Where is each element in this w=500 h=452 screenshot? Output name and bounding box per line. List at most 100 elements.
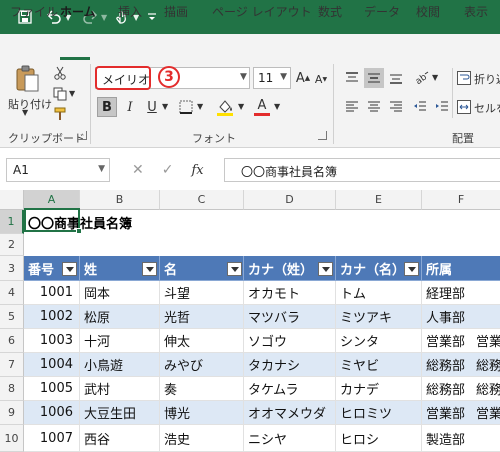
align-center-icon[interactable] xyxy=(364,97,384,117)
font-color-dropdown-icon[interactable]: ▼ xyxy=(274,102,280,111)
tab-insert[interactable]: 挿入 xyxy=(118,0,142,26)
increase-indent-icon[interactable] xyxy=(432,97,452,117)
cell-overflow[interactable]: 営業 xyxy=(474,401,500,425)
clipboard-launcher-icon[interactable] xyxy=(78,131,87,140)
wrap-text-label[interactable]: 折り返 xyxy=(474,71,500,87)
insert-function-button[interactable]: fx xyxy=(191,163,203,178)
cell-no[interactable]: 1006 xyxy=(24,401,80,425)
paste-icon[interactable] xyxy=(12,64,42,94)
shrink-font-icon[interactable]: A ▼ xyxy=(314,71,328,87)
cell-kana-sei[interactable]: オオマメウダ xyxy=(244,401,336,425)
filter-dropdown-icon[interactable] xyxy=(227,262,242,276)
cell-mei[interactable]: 伸太 xyxy=(160,329,244,353)
column-header-b[interactable]: B xyxy=(80,190,160,210)
cell-mei[interactable]: みやび xyxy=(160,353,244,377)
cell-kana-sei[interactable]: マツバラ xyxy=(244,305,336,329)
tab-formulas[interactable]: 数式 xyxy=(318,0,342,26)
tab-page-layout[interactable]: ページ レイアウト xyxy=(212,0,312,26)
cell-kana-sei[interactable]: オカモト xyxy=(244,281,336,305)
cell-kana-mei[interactable]: トム xyxy=(336,281,422,305)
orientation-dropdown-icon[interactable]: ▼ xyxy=(432,73,438,82)
cell-kana-sei[interactable]: タケムラ xyxy=(244,377,336,401)
cell-sei[interactable]: 武村 xyxy=(80,377,160,401)
tab-file[interactable]: ファイル xyxy=(10,0,58,26)
merge-center-icon[interactable] xyxy=(456,99,472,115)
column-header-a[interactable]: A xyxy=(24,190,80,210)
cell-mei[interactable]: 奏 xyxy=(160,377,244,401)
cell-overflow[interactable]: 総務 xyxy=(474,353,500,377)
filter-dropdown-icon[interactable] xyxy=(62,262,77,276)
cell-kana-mei[interactable]: ミヤビ xyxy=(336,353,422,377)
italic-button[interactable]: I xyxy=(120,97,140,117)
copy-icon[interactable] xyxy=(52,86,68,102)
cell-no[interactable]: 1004 xyxy=(24,353,80,377)
cell-no[interactable]: 1001 xyxy=(24,281,80,305)
cell-overflow[interactable]: 総務 xyxy=(474,377,500,401)
row-header-9[interactable]: 9 xyxy=(0,401,24,425)
cell-mei[interactable]: 浩史 xyxy=(160,425,244,452)
align-middle-icon[interactable] xyxy=(364,68,384,88)
cell-kana-mei[interactable]: ヒロシ xyxy=(336,425,422,452)
row-header-7[interactable]: 7 xyxy=(0,353,24,377)
cell-sei[interactable]: 十河 xyxy=(80,329,160,353)
filter-dropdown-icon[interactable] xyxy=(318,262,333,276)
customize-qat-icon[interactable] xyxy=(144,0,160,34)
row-header-3[interactable]: 3 xyxy=(0,256,24,281)
cell-sei[interactable]: 小鳥遊 xyxy=(80,353,160,377)
name-box-dropdown-icon[interactable]: ▼ xyxy=(98,164,105,174)
tab-view[interactable]: 表示 xyxy=(464,0,488,26)
name-box[interactable]: A1 ▼ xyxy=(6,158,110,182)
borders-icon[interactable] xyxy=(176,97,196,117)
font-name-dropdown-icon[interactable]: ▼ xyxy=(240,72,247,82)
cell-overflow[interactable]: 営業 xyxy=(474,329,500,353)
tab-home[interactable]: ホーム xyxy=(60,0,96,26)
align-left-icon[interactable] xyxy=(342,97,362,117)
copy-dropdown-icon[interactable]: ▼ xyxy=(69,89,75,98)
align-bottom-icon[interactable] xyxy=(386,68,406,88)
decrease-indent-icon[interactable] xyxy=(410,97,430,117)
row-header-4[interactable]: 4 xyxy=(0,281,24,305)
cell-dept[interactable]: 経理部 xyxy=(422,281,500,305)
column-header-d[interactable]: D xyxy=(244,190,336,210)
row-header-10[interactable]: 10 xyxy=(0,425,24,452)
align-top-icon[interactable] xyxy=(342,68,362,88)
tab-draw[interactable]: 描画 xyxy=(164,0,188,26)
row-header-5[interactable]: 5 xyxy=(0,305,24,329)
bold-button[interactable]: B xyxy=(97,97,117,117)
column-header-f[interactable]: F xyxy=(422,190,500,210)
column-header-c[interactable]: C xyxy=(160,190,244,210)
paste-dropdown-icon[interactable]: ▼ xyxy=(22,108,28,117)
cell-kana-mei[interactable]: ミツアキ xyxy=(336,305,422,329)
cell-mei[interactable]: 光哲 xyxy=(160,305,244,329)
formula-input[interactable]: 〇〇商事社員名簿 xyxy=(224,158,500,182)
redo-dropdown-icon[interactable]: ▼ xyxy=(101,0,107,34)
cell-sei[interactable]: 大豆生田 xyxy=(80,401,160,425)
row-header-6[interactable]: 6 xyxy=(0,329,24,353)
fill-handle[interactable] xyxy=(76,228,82,234)
paste-label[interactable]: 貼り付け xyxy=(8,96,52,112)
grow-font-icon[interactable]: A ▲ xyxy=(295,69,311,87)
tab-review[interactable]: 校閲 xyxy=(416,0,440,26)
cell-no[interactable]: 1002 xyxy=(24,305,80,329)
cell-kana-sei[interactable]: タカナシ xyxy=(244,353,336,377)
cancel-icon[interactable]: ✕ xyxy=(132,162,144,178)
font-color-button[interactable]: A xyxy=(252,96,272,118)
row-header-8[interactable]: 8 xyxy=(0,377,24,401)
cell-sei[interactable]: 岡本 xyxy=(80,281,160,305)
tab-data[interactable]: データ xyxy=(364,0,400,26)
cell-no[interactable]: 1007 xyxy=(24,425,80,452)
cell-kana-sei[interactable]: ニシヤ xyxy=(244,425,336,452)
font-size-dropdown-icon[interactable]: ▼ xyxy=(280,72,287,82)
cell-mei[interactable]: 斗望 xyxy=(160,281,244,305)
cell-dept[interactable]: 製造部 xyxy=(422,425,500,452)
cell-sei[interactable]: 西谷 xyxy=(80,425,160,452)
format-painter-icon[interactable] xyxy=(52,106,68,122)
font-size-box[interactable]: 11 ▼ xyxy=(253,67,291,89)
cell-kana-mei[interactable]: カナデ xyxy=(336,377,422,401)
fill-color-icon[interactable] xyxy=(214,96,236,118)
cell-dept[interactable]: 営業部 xyxy=(422,329,474,353)
cell-no[interactable]: 1003 xyxy=(24,329,80,353)
column-header-e[interactable]: E xyxy=(336,190,422,210)
orientation-icon[interactable]: ab xyxy=(410,68,432,88)
header-cell-dept[interactable]: 所属 xyxy=(422,256,500,281)
